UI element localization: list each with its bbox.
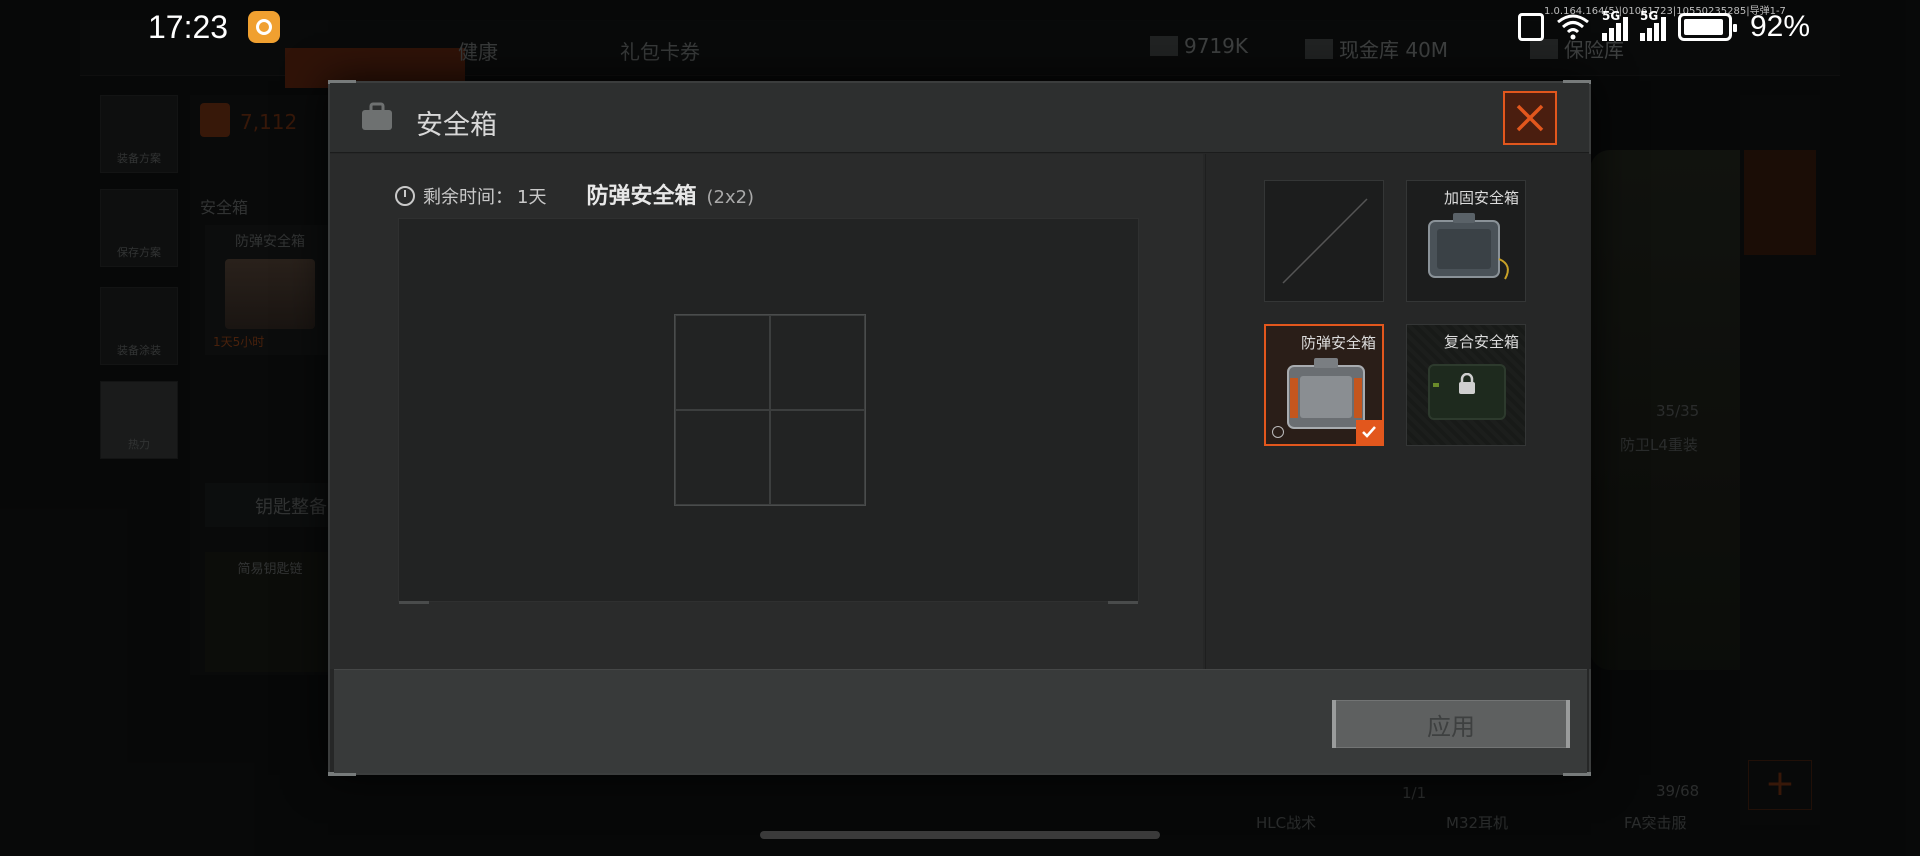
case-storage-grid (674, 314, 866, 506)
safe-slot-empty[interactable] (1264, 180, 1384, 302)
bottom-label-suit: FA突击服 (1624, 814, 1687, 832)
status-icons: 5G 5G 92% (1518, 9, 1811, 44)
grid-cell[interactable] (770, 315, 865, 410)
checkmark-icon (1356, 420, 1382, 444)
battery-icon (1678, 13, 1737, 41)
grid-cell[interactable] (675, 315, 770, 410)
safe-box-dialog: 安全箱 加固安全箱 防弹安全箱 复合安全箱 剩余时间： 1天 防弹安全箱 (2x… (328, 80, 1591, 776)
empty-slot-icon (1282, 198, 1368, 284)
safe-slot-composite[interactable]: 复合安全箱 (1406, 324, 1526, 446)
case-info-row: 剩余时间： 1天 防弹安全箱 (2x2) (395, 178, 754, 210)
bottom-label-headset: M32耳机 (1446, 814, 1509, 832)
lock-icon (1459, 373, 1475, 394)
armor-durability: 35/35 (1656, 402, 1700, 420)
close-button[interactable] (1503, 91, 1557, 145)
status-bar: 17:23 1.0.164.164(5)|01061723|1055023528… (0, 0, 1920, 56)
remaining-time-label: 剩余时间： (423, 187, 513, 208)
safe-case-image (225, 259, 315, 329)
right-rail: + (1740, 95, 1820, 825)
case-size: (2x2) (706, 187, 755, 208)
item-count: 7,112 (240, 110, 298, 134)
case-grid-area (398, 218, 1139, 604)
left-rail: 装备方案 保存方案 装备涂装 热力 (100, 95, 180, 475)
equipped-safe-card[interactable]: 防弹安全箱 1天5小时 (205, 225, 335, 355)
clock-time: 17:23 (148, 9, 229, 45)
clock-icon (395, 186, 415, 206)
grid-cell[interactable] (675, 410, 770, 505)
safe-card-time: 1天5小时 (213, 335, 265, 349)
capacity-count: 39/68 (1656, 782, 1700, 800)
wifi-icon (1556, 14, 1590, 40)
cellular-signal-icon-1: 5G (1602, 9, 1628, 41)
safe-section-label: 安全箱 (200, 198, 249, 217)
rail-skin-button[interactable]: 装备涂装 (100, 287, 178, 365)
remaining-time-value: 1天 (517, 187, 547, 208)
timer-icon (1272, 426, 1284, 438)
add-icon[interactable]: + (1748, 760, 1812, 810)
keys-section[interactable]: 钥匙整备 (205, 483, 345, 527)
keychain-card[interactable]: 简易钥匙链 (205, 552, 335, 672)
case-selection-pane: 加固安全箱 防弹安全箱 复合安全箱 (1205, 154, 1591, 669)
dialog-title: 安全箱 (416, 110, 497, 141)
slot-label: 防弹安全箱 (1300, 334, 1376, 352)
battery-percent: 92% (1750, 10, 1811, 43)
right-rail-selected[interactable] (1744, 150, 1816, 255)
close-icon (1516, 104, 1544, 132)
case-name: 防弹安全箱 (586, 184, 697, 209)
slot-label: 加固安全箱 (1443, 189, 1519, 207)
safe-card-title: 防弹安全箱 (235, 234, 305, 250)
vibrate-icon (1518, 13, 1544, 41)
briefcase-icon (362, 102, 392, 130)
apply-button[interactable]: 应用 (1332, 700, 1570, 748)
rail-save-button[interactable]: 保存方案 (100, 189, 178, 267)
slot-label: 复合安全箱 (1443, 333, 1519, 351)
dialog-footer: 应用 (334, 669, 1587, 773)
armor-name: 防卫L4重装 (1620, 436, 1698, 454)
home-indicator[interactable] (760, 831, 1160, 839)
grid-cell[interactable] (770, 410, 865, 505)
cellular-signal-icon-2: 5G (1640, 9, 1666, 41)
dialog-header: 安全箱 (330, 83, 1589, 153)
keychain-label: 简易钥匙链 (237, 562, 303, 577)
app-notification-icon (248, 11, 280, 43)
bottom-label-helmet: HLC战术 (1256, 814, 1317, 832)
rail-loadout-button[interactable]: 装备方案 (100, 95, 178, 173)
reinforced-case-icon (1428, 213, 1509, 280)
vest-icon (200, 103, 230, 137)
rail-power-button[interactable]: 热力 (100, 381, 178, 459)
safe-slot-reinforced[interactable]: 加固安全箱 (1406, 180, 1526, 302)
ammo-count: 1/1 (1402, 784, 1427, 802)
safe-slot-bulletproof[interactable]: 防弹安全箱 (1264, 324, 1384, 446)
